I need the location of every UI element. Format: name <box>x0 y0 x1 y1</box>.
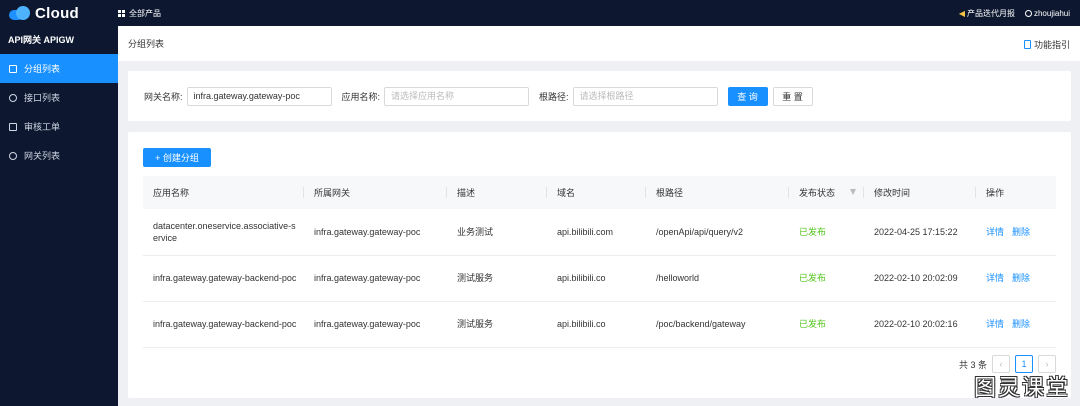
watermark: 图灵课堂 <box>973 376 1070 401</box>
sidebar-title: API网关 APIGW <box>8 35 75 45</box>
feature-guide-link[interactable]: 功能指引 <box>1023 38 1070 51</box>
cell-actions: 详情 删除 <box>976 209 1056 256</box>
sidebar-item-api-list[interactable]: 接口列表 <box>0 83 118 112</box>
cell-app-name: datacenter.oneservice.associative-servic… <box>143 209 304 256</box>
cell-gateway: infra.gateway.gateway-poc <box>304 301 447 348</box>
cell-actions: 详情 删除 <box>976 255 1056 302</box>
page-header: 分组列表 功能指引 <box>118 26 1080 61</box>
column-header-label: 发布状态 <box>799 188 836 198</box>
delete-link[interactable]: 删除 <box>1012 319 1030 329</box>
sidebar-item-label: 网关列表 <box>24 151 61 161</box>
table-row: datacenter.oneservice.associative-servic… <box>143 209 1056 256</box>
cell-status: 已发布 <box>789 255 864 302</box>
column-header: 修改时间 <box>864 176 976 209</box>
group-table: 应用名称 所属网关 描述 域名 根路径 发布状态 修改时间 操作 datacen… <box>143 176 1056 348</box>
detail-link[interactable]: 详情 <box>986 273 1004 283</box>
gateway-name-label: 网关名称: <box>144 91 183 102</box>
cell-modified-time: 2022-02-10 20:02:09 <box>864 255 976 302</box>
gateway-name-input[interactable] <box>186 86 332 106</box>
list-icon <box>9 64 17 73</box>
cell-gateway: infra.gateway.gateway-poc <box>304 209 447 256</box>
group-table-panel: + 创建分组 应用名称 所属网关 描述 域名 根路径 发布状态 修改时间 操作 … <box>128 132 1071 398</box>
all-products-label: 全部产品 <box>129 8 161 18</box>
app-name-label: 应用名称: <box>341 91 381 102</box>
delete-link[interactable]: 删除 <box>1012 227 1030 237</box>
delete-link[interactable]: 删除 <box>1012 273 1030 283</box>
brand-name: Cloud <box>35 4 79 22</box>
cell-description: 测试服务 <box>447 301 547 348</box>
top-navigation-bar: Cloud 全部产品 ◀ 产品迭代月报 zhoujiahui <box>0 0 1080 26</box>
cell-actions: 详情 删除 <box>976 301 1056 348</box>
column-header: 根路径 <box>646 176 789 209</box>
cell-domain: api.bilibili.co <box>547 301 646 348</box>
cell-domain: api.bilibili.co <box>547 255 646 302</box>
cell-description: 测试服务 <box>447 255 547 302</box>
column-header: 应用名称 <box>143 176 304 209</box>
cell-root-path: /helloworld <box>646 255 789 302</box>
iteration-report-link[interactable]: ◀ 产品迭代月报 <box>959 8 1015 19</box>
column-header: 操作 <box>976 176 1056 209</box>
app-name-input[interactable] <box>384 86 530 106</box>
megaphone-icon: ◀ <box>958 8 965 18</box>
gateway-icon <box>9 151 17 160</box>
sidebar-item-gateway-list[interactable]: 网关列表 <box>0 141 118 170</box>
sidebar-item-label: 审核工单 <box>24 122 61 132</box>
sidebar: API网关 APIGW 分组列表 接口列表 审核工单 网关列表 <box>0 26 118 406</box>
sidebar-item-label: 接口列表 <box>24 93 61 103</box>
reset-button[interactable]: 重 置 <box>772 86 813 106</box>
root-path-input[interactable] <box>572 86 718 106</box>
column-header: 描述 <box>447 176 547 209</box>
brand-logo[interactable]: Cloud <box>0 5 118 22</box>
cell-modified-time: 2022-04-25 17:15:22 <box>864 209 976 256</box>
all-products-menu[interactable]: 全部产品 <box>118 8 161 19</box>
total-count: 共 3 条 <box>958 359 987 370</box>
table-row: infra.gateway.gateway-backend-poc infra.… <box>143 301 1056 348</box>
link-icon <box>9 93 17 102</box>
cell-app-name: infra.gateway.gateway-backend-poc <box>143 255 304 302</box>
audit-icon <box>9 122 17 131</box>
cell-modified-time: 2022-02-10 20:02:16 <box>864 301 976 348</box>
filter-panel: 网关名称: 应用名称: 根路径: 查 询 重 置 <box>128 71 1071 121</box>
sidebar-item-group-list[interactable]: 分组列表 <box>0 54 118 83</box>
sidebar-item-audit[interactable]: 审核工单 <box>0 112 118 141</box>
table-header-row: 应用名称 所属网关 描述 域名 根路径 发布状态 修改时间 操作 <box>143 176 1056 209</box>
cloud-icon <box>9 6 31 20</box>
username: zhoujiahui <box>1033 8 1070 18</box>
cell-gateway: infra.gateway.gateway-poc <box>304 255 447 302</box>
iteration-report-label: 产品迭代月报 <box>966 8 1015 18</box>
grid-icon <box>118 9 125 17</box>
query-button[interactable]: 查 询 <box>727 86 768 106</box>
cell-status: 已发布 <box>789 209 864 256</box>
cell-root-path: /openApi/api/query/v2 <box>646 209 789 256</box>
document-icon <box>1023 40 1031 49</box>
user-menu[interactable]: zhoujiahui <box>1024 8 1070 18</box>
cell-root-path: /poc/backend/gateway <box>646 301 789 348</box>
create-group-button[interactable]: + 创建分组 <box>143 148 211 167</box>
page-title: 分组列表 <box>128 39 165 49</box>
cell-status: 已发布 <box>789 301 864 348</box>
column-header-status: 发布状态 <box>789 176 864 209</box>
user-icon <box>1024 9 1032 17</box>
column-header: 所属网关 <box>304 176 447 209</box>
sidebar-item-label: 分组列表 <box>24 64 61 74</box>
filter-icon[interactable] <box>850 189 856 195</box>
feature-guide-label: 功能指引 <box>1033 40 1070 50</box>
column-header: 域名 <box>547 176 646 209</box>
detail-link[interactable]: 详情 <box>986 227 1004 237</box>
table-row: infra.gateway.gateway-backend-poc infra.… <box>143 255 1056 302</box>
cell-domain: api.bilibili.com <box>547 209 646 256</box>
root-path-label: 根路径: <box>539 91 569 102</box>
detail-link[interactable]: 详情 <box>986 319 1004 329</box>
cell-description: 业务测试 <box>447 209 547 256</box>
cell-app-name: infra.gateway.gateway-backend-poc <box>143 301 304 348</box>
